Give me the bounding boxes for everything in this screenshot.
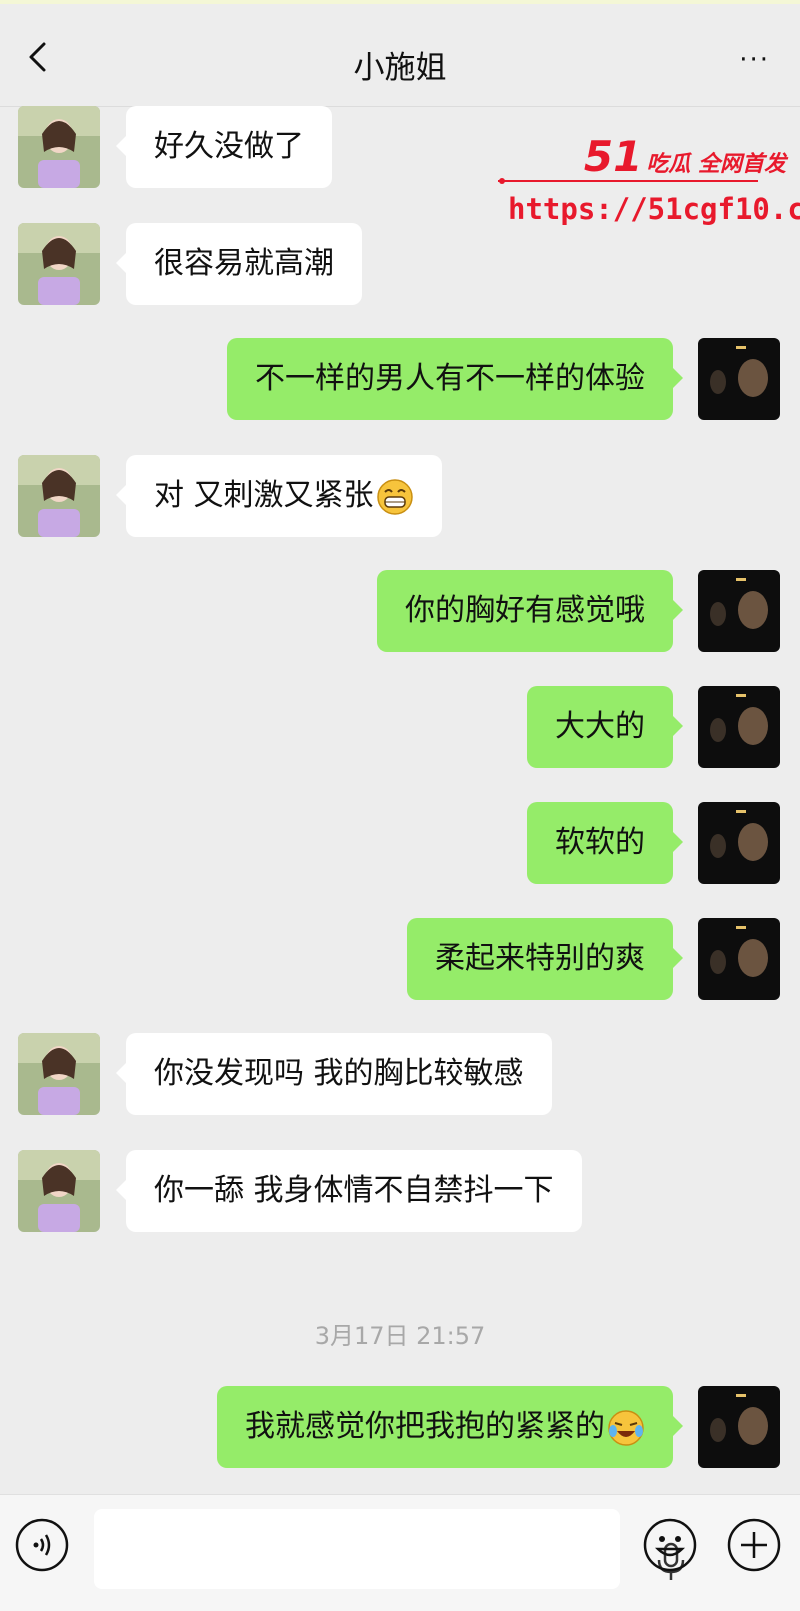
user-avatar[interactable] (698, 1386, 780, 1468)
watermark-url: https://51cgf10.com (508, 192, 800, 226)
grin-emoji-icon (376, 478, 413, 515)
chat-title: 小施姐 (353, 50, 447, 86)
voice-icon[interactable] (14, 1517, 70, 1573)
incoming-bubble[interactable]: 好久没做了 (116, 106, 332, 188)
message-text: 对 又刺激又紧张 (154, 478, 374, 513)
contact-avatar[interactable] (18, 1033, 100, 1115)
message-text: 你没发现吗 我的胸比较敏感 (154, 1056, 524, 1091)
chat-header: 小施姐 ··· (0, 4, 800, 107)
watermark-brand: 51 吃瓜 全网首发 (584, 132, 786, 181)
contact-avatar[interactable] (18, 106, 100, 188)
message-timestamp: 3月17日 21:57 (314, 1322, 486, 1350)
incoming-bubble[interactable]: 对 又刺激又紧张 (116, 455, 442, 537)
contact-avatar[interactable] (18, 223, 100, 305)
more-options-icon[interactable]: ··· (739, 47, 770, 73)
outgoing-bubble[interactable]: 柔起来特别的爽 (407, 918, 683, 1000)
user-avatar[interactable] (698, 802, 780, 884)
contact-avatar[interactable] (18, 1150, 100, 1232)
message-text: 你一舔 我身体情不自禁抖一下 (154, 1173, 554, 1208)
contact-avatar[interactable] (18, 455, 100, 537)
outgoing-bubble[interactable]: 你的胸好有感觉哦 (377, 570, 683, 652)
user-avatar[interactable] (698, 570, 780, 652)
outgoing-bubble[interactable]: 大大的 (527, 686, 683, 768)
user-avatar[interactable] (698, 338, 780, 420)
message-text: 我就感觉你把我抱的紧紧的 (245, 1409, 605, 1444)
message-text: 好久没做了 (154, 129, 304, 164)
incoming-bubble[interactable]: 你一舔 我身体情不自禁抖一下 (116, 1150, 582, 1232)
user-avatar[interactable] (698, 686, 780, 768)
message-text: 软软的 (555, 825, 645, 860)
laugh-cry-emoji-icon (608, 1409, 644, 1446)
watermark-number: 51 (583, 132, 643, 181)
outgoing-bubble[interactable]: 软软的 (527, 802, 683, 884)
message-text: 不一样的男人有不一样的体验 (255, 361, 645, 396)
message-text: 很容易就高潮 (154, 246, 334, 281)
message-input[interactable] (94, 1509, 685, 1589)
incoming-bubble[interactable]: 你没发现吗 我的胸比较敏感 (116, 1033, 552, 1115)
outgoing-bubble[interactable]: 我就感觉你把我抱的紧紧的 (217, 1386, 683, 1468)
plus-icon[interactable] (726, 1517, 782, 1573)
message-text: 你的胸好有感觉哦 (405, 593, 645, 628)
message-list[interactable]: 好久没做了 很容易就高潮 不一样的男人有不一样的体验 对 又刺激又紧张 你的胸好… (0, 106, 800, 1494)
watermark: 51吃瓜 全网首发 https://51cgf10.com (498, 130, 800, 230)
watermark-tag: 吃瓜 全网首发 (646, 152, 786, 177)
user-avatar[interactable] (698, 918, 780, 1000)
message-text: 柔起来特别的爽 (435, 941, 645, 976)
outgoing-bubble[interactable]: 不一样的男人有不一样的体验 (227, 338, 683, 420)
emoji-icon[interactable] (642, 1517, 698, 1573)
input-bar (0, 1494, 800, 1611)
message-text: 大大的 (555, 709, 645, 744)
incoming-bubble[interactable]: 很容易就高潮 (116, 223, 362, 305)
watermark-underline (498, 178, 758, 184)
